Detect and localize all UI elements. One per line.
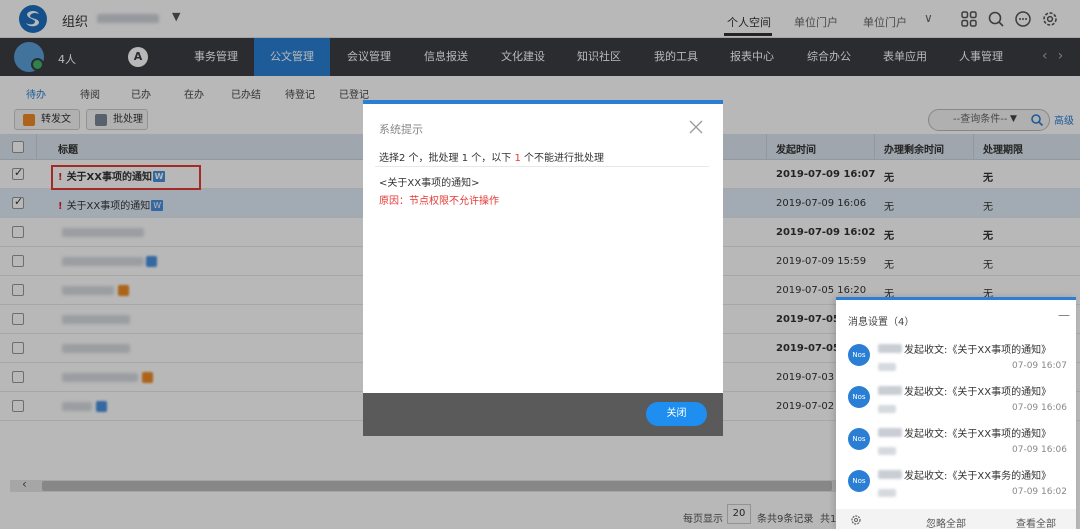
message-panel-footer: 忽略全部 查看全部 [836, 509, 1076, 529]
message-sub-blurred [878, 405, 896, 413]
message-sub-blurred [878, 489, 896, 497]
view-all-link[interactable]: 查看全部 [1016, 515, 1056, 529]
sender-avatar: Nos [848, 344, 870, 366]
sender-name-blurred [878, 344, 902, 353]
dialog-divider [375, 166, 709, 167]
ignore-all-link[interactable]: 忽略全部 [926, 515, 966, 529]
sender-name-blurred [878, 470, 902, 479]
message-panel-title: 消息设置（4） [848, 317, 915, 328]
message-item[interactable]: Nos 发起收文:《关于XX事务的通知》 07-09 16:02 [836, 464, 1076, 506]
message-time: 07-09 16:06 [1012, 445, 1067, 455]
message-text: 发起收文:《关于XX事务的通知》 [904, 471, 1052, 482]
dialog-title: 系统提示 [379, 123, 423, 136]
sender-avatar: Nos [848, 470, 870, 492]
message-item[interactable]: Nos 发起收文:《关于XX事项的通知》 07-09 16:07 [836, 338, 1076, 380]
message-panel: 消息设置（4） — Nos 发起收文:《关于XX事项的通知》 07-09 16:… [836, 297, 1076, 529]
sender-name-blurred [878, 386, 902, 395]
dialog-failed-item: <关于XX事项的通知> [379, 178, 480, 189]
dialog-message-part1: 选择2 个，批处理 1 个，以下 [379, 153, 515, 164]
dialog-message: 选择2 个，批处理 1 个，以下 1 个不能进行批处理 [379, 149, 604, 164]
dialog-failure-reason: 原因：节点权限不允许操作 [379, 196, 499, 207]
message-settings-gear-icon[interactable] [850, 514, 862, 526]
message-text: 发起收文:《关于XX事项的通知》 [904, 387, 1052, 398]
message-text: 发起收文:《关于XX事项的通知》 [904, 345, 1052, 356]
dialog-footer: 关闭 [363, 393, 723, 436]
message-sub-blurred [878, 447, 896, 455]
message-time: 07-09 16:02 [1012, 487, 1067, 497]
system-prompt-dialog: 系统提示 选择2 个，批处理 1 个，以下 1 个不能进行批处理 <关于XX事项… [363, 100, 723, 436]
message-item[interactable]: Nos 发起收文:《关于XX事项的通知》 07-09 16:06 [836, 380, 1076, 422]
sender-avatar: Nos [848, 428, 870, 450]
message-item[interactable]: Nos 发起收文:《关于XX事项的通知》 07-09 16:06 [836, 422, 1076, 464]
message-text: 发起收文:《关于XX事项的通知》 [904, 429, 1052, 440]
close-icon[interactable] [689, 120, 703, 134]
close-button[interactable]: 关闭 [646, 402, 707, 426]
message-sub-blurred [878, 363, 896, 371]
sender-name-blurred [878, 428, 902, 437]
sender-avatar: Nos [848, 386, 870, 408]
message-time: 07-09 16:06 [1012, 403, 1067, 413]
dialog-message-part2: 个不能进行批处理 [520, 153, 605, 164]
message-time: 07-09 16:07 [1012, 361, 1067, 371]
minimize-icon[interactable]: — [1058, 308, 1070, 322]
